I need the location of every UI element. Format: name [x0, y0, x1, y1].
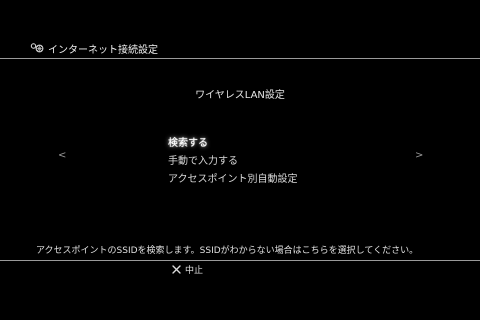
cross-button-icon	[172, 264, 181, 274]
page-title: インターネット接続設定	[48, 44, 158, 56]
help-text: アクセスポイントのSSIDを検索します。SSIDがわからない場合はこちらを選択し…	[36, 246, 419, 256]
footer-divider	[0, 260, 480, 261]
previous-arrow-icon[interactable]: <	[58, 150, 66, 161]
cancel-button[interactable]: 中止	[172, 262, 203, 276]
next-arrow-icon[interactable]: >	[415, 150, 423, 161]
network-settings-icon	[30, 43, 44, 53]
menu-item-manual-entry[interactable]: 手動で入力する	[168, 153, 298, 171]
options-menu: 検索する 手動で入力する アクセスポイント別自動設定	[168, 135, 298, 189]
cancel-label: 中止	[185, 265, 204, 276]
menu-item-search[interactable]: 検索する	[168, 135, 298, 153]
menu-item-auto-setup[interactable]: アクセスポイント別自動設定	[168, 171, 298, 189]
screen-header: インターネット接続設定	[30, 40, 158, 56]
section-title: ワイヤレスLAN設定	[195, 90, 285, 101]
header-divider	[0, 58, 480, 59]
